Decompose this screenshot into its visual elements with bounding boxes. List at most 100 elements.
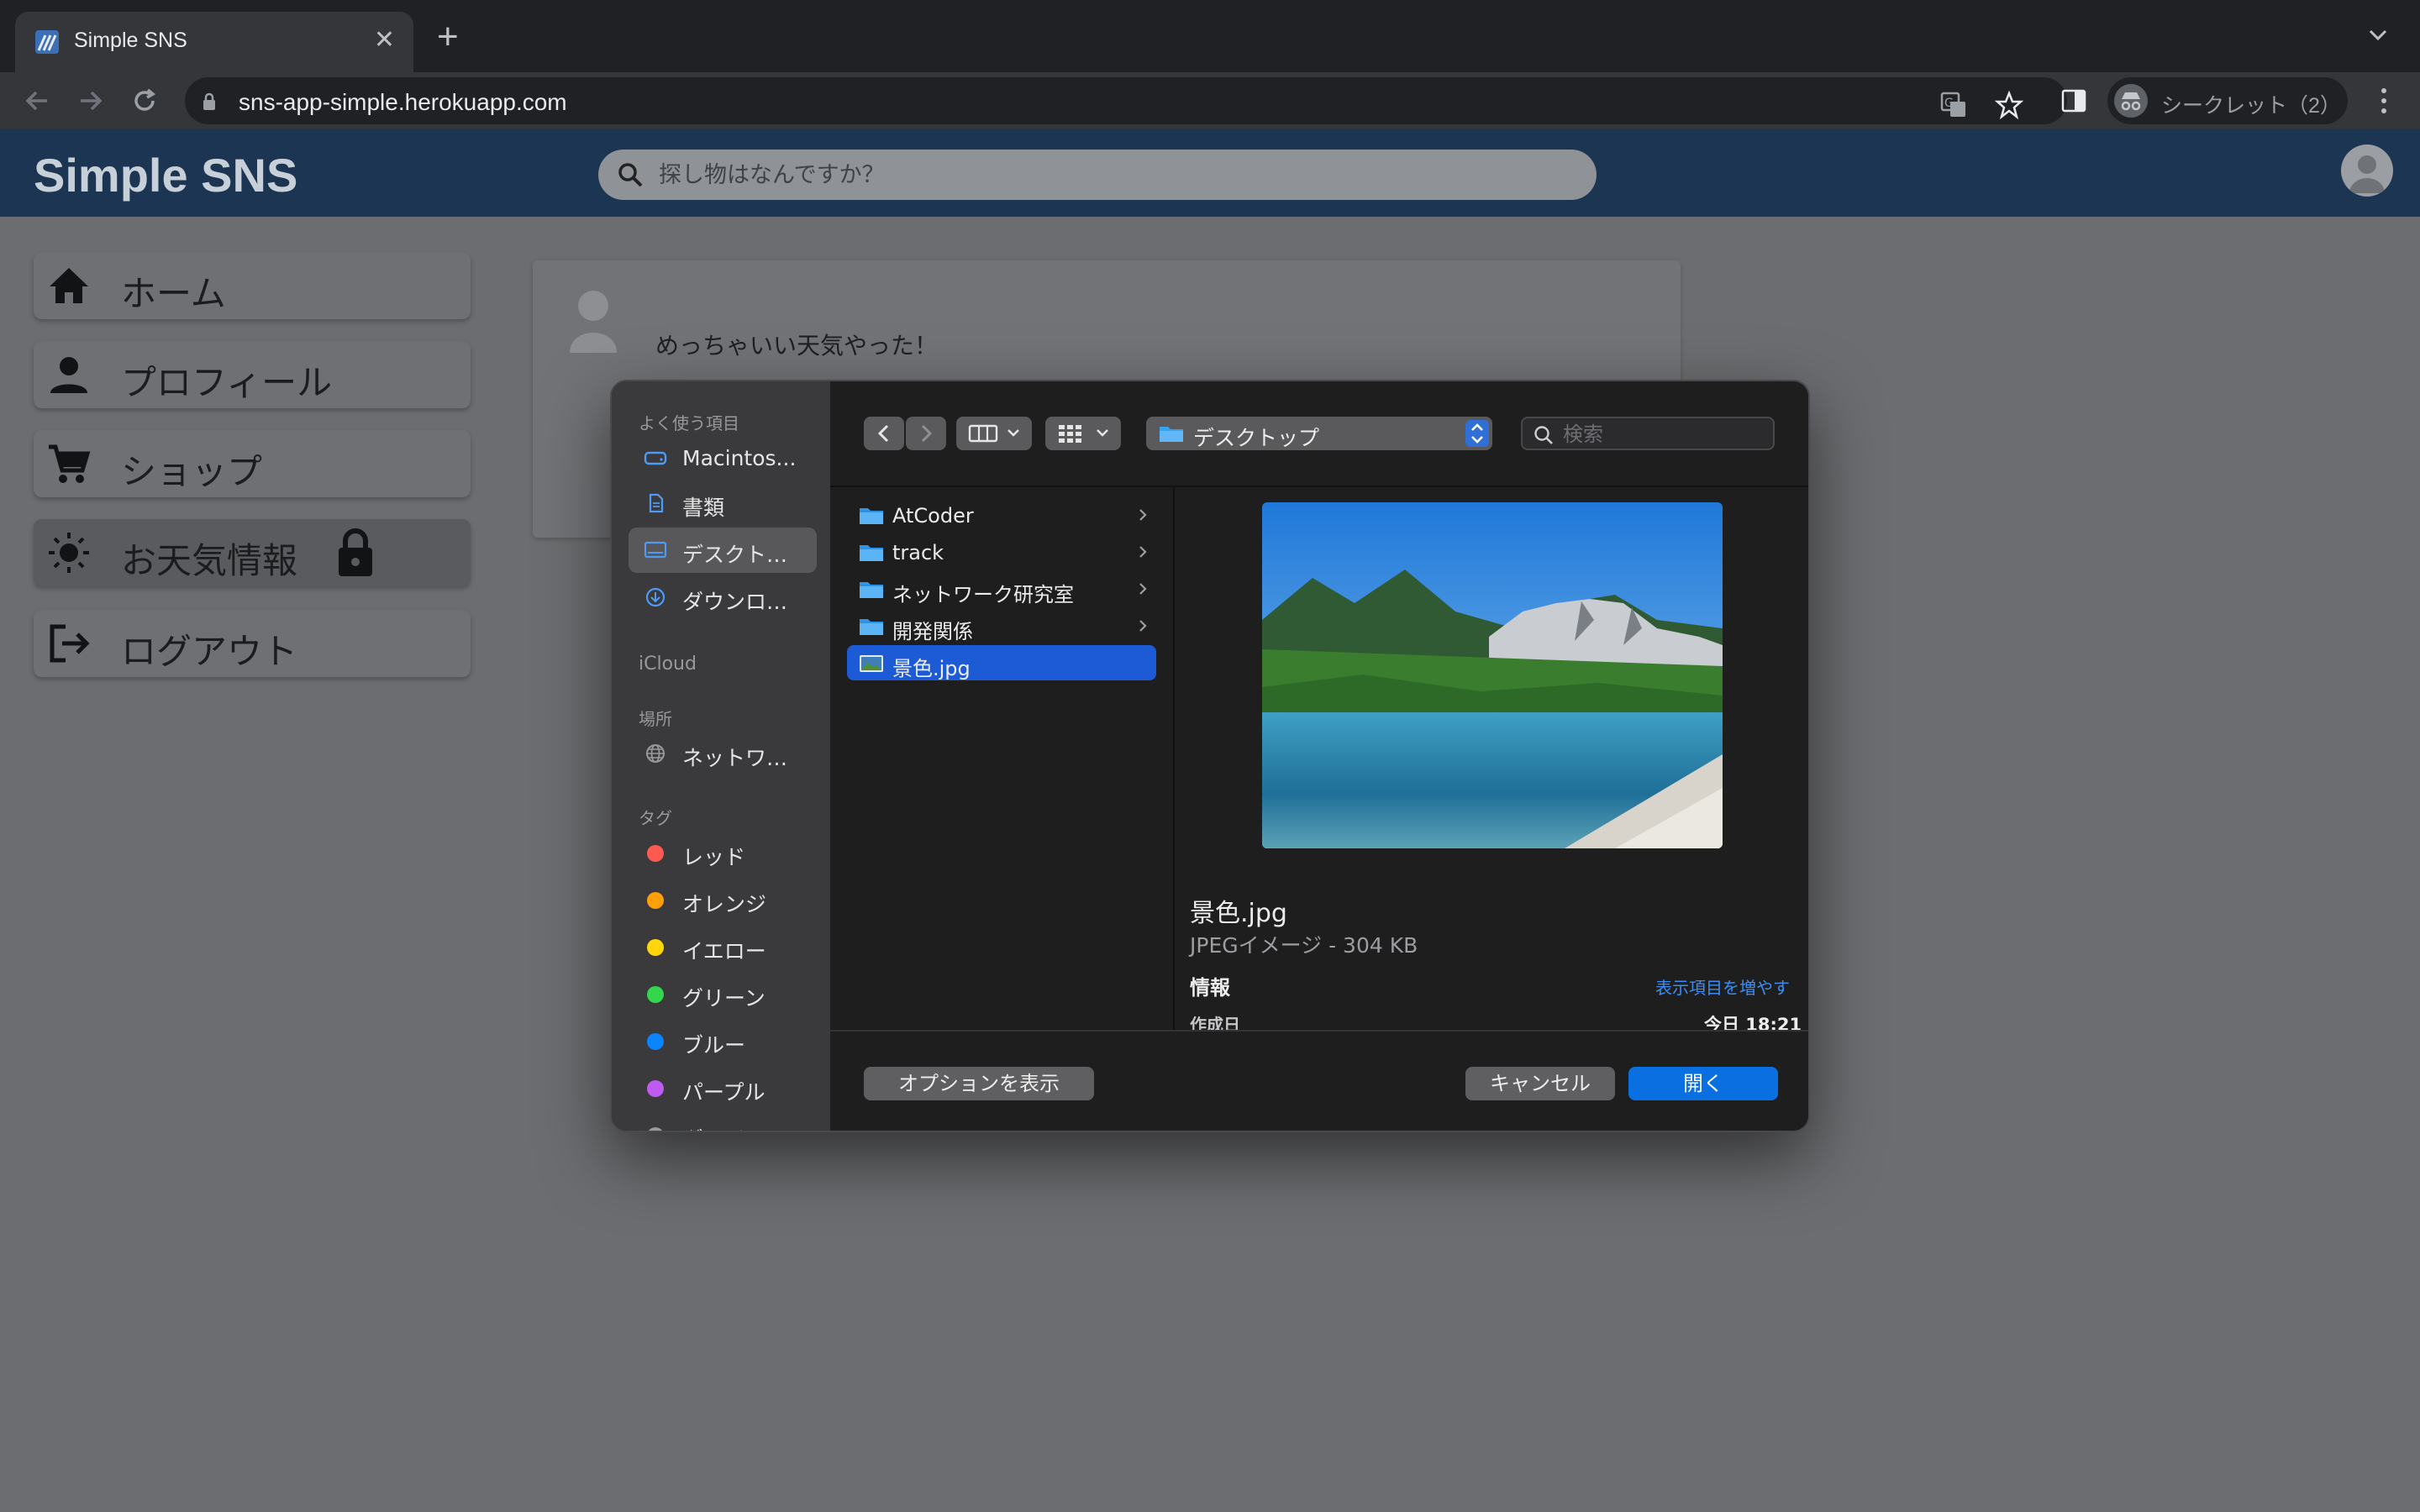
show-more-link[interactable]: 表示項目を増やす: [1655, 974, 1790, 999]
post-avatar-icon[interactable]: [568, 284, 618, 354]
tag-blue[interactable]: ブルー: [629, 1018, 817, 1063]
sidebar-item-desktop[interactable]: デスクト…: [629, 528, 817, 573]
tag-dot-icon: [647, 1127, 664, 1131]
file-name: 景色.jpg: [892, 657, 971, 680]
tag-dot-icon: [647, 1033, 664, 1050]
translate-icon[interactable]: G: [1939, 91, 1968, 119]
sidebar-item-weather[interactable]: お天気情報: [34, 519, 471, 586]
sidebar-item-home[interactable]: ホーム: [34, 252, 471, 319]
site-favicon-icon: [35, 30, 59, 54]
location-popup[interactable]: デスクトップ: [1146, 417, 1492, 450]
sidebar-item-macintosh-hd[interactable]: Macintos...: [629, 435, 817, 480]
popup-stepper-icon: [1465, 420, 1489, 447]
columns-view-icon: [968, 424, 1019, 443]
tab-title: Simple SNS: [74, 29, 187, 52]
cancel-button[interactable]: キャンセル: [1465, 1067, 1615, 1100]
incognito-icon: [2114, 84, 2148, 118]
tag-gray[interactable]: グレイ: [629, 1112, 817, 1131]
sidebar-item-label: レッド: [682, 845, 746, 869]
file-row-atcoder[interactable]: AtCoder: [847, 497, 1156, 533]
side-panel-icon[interactable]: [2060, 87, 2087, 114]
sidebar-item-label: ショップ: [121, 451, 263, 492]
sidebar-item-network[interactable]: ネットワ…: [629, 731, 817, 776]
chevron-right-icon: [921, 424, 933, 443]
sidebar-item-label: プロフィール: [121, 362, 333, 403]
user-avatar[interactable]: [2341, 144, 2393, 197]
chevron-right-icon: [1139, 620, 1147, 632]
lock-icon[interactable]: [202, 92, 217, 111]
bookmark-star-icon[interactable]: [1995, 91, 2023, 119]
download-icon: [645, 587, 666, 607]
back-icon[interactable]: [22, 86, 52, 116]
sidebar-item-label: ホーム: [121, 273, 226, 314]
back-button[interactable]: [864, 417, 904, 450]
dialog-search-field[interactable]: [1521, 417, 1775, 450]
file-name: AtCoder: [892, 504, 974, 528]
tag-orange[interactable]: オレンジ: [629, 877, 817, 922]
file-row-development[interactable]: 開発関係: [847, 608, 1156, 643]
disk-icon: [644, 451, 667, 465]
tag-dot-icon: [647, 986, 664, 1003]
search-input[interactable]: [659, 156, 1566, 193]
sidebar-item-shop[interactable]: ショップ: [34, 430, 471, 497]
tag-purple[interactable]: パープル: [629, 1065, 817, 1110]
sidebar-item-documents[interactable]: 書類: [629, 480, 817, 526]
address-bar[interactable]: sns-app-simple.herokuapp.com G: [185, 77, 2067, 124]
browser-toolbar: sns-app-simple.herokuapp.com G シークレット（2）: [0, 72, 2420, 129]
forward-icon[interactable]: [76, 86, 106, 116]
app-search-bar[interactable]: [598, 150, 1597, 200]
tab-strip: Simple SNS ✕ +: [0, 0, 2420, 72]
preview-info-heading: 情報: [1190, 976, 1230, 1000]
file-name: ネットワーク研究室: [892, 583, 1074, 606]
sidebar-item-downloads[interactable]: ダウンロ…: [629, 575, 817, 620]
grid-group-icon: [1059, 425, 1108, 443]
toolbar-divider: [830, 486, 1808, 487]
url-text[interactable]: sns-app-simple.herokuapp.com: [239, 89, 567, 116]
file-row-scenery-jpg[interactable]: 景色.jpg: [847, 645, 1156, 680]
chevron-right-icon: [1139, 546, 1147, 558]
tab-search-chevron-icon[interactable]: [2368, 29, 2388, 42]
file-row-track[interactable]: track: [847, 534, 1156, 570]
document-icon: [649, 493, 664, 513]
file-name: 開発関係: [892, 620, 973, 643]
browser-menu-icon[interactable]: [2378, 86, 2390, 116]
app-header: Simple SNS: [0, 129, 2420, 217]
sidebar-item-label: オレンジ: [682, 892, 767, 916]
tag-yellow[interactable]: イエロー: [629, 924, 817, 969]
folder-icon: [860, 619, 883, 635]
tag-dot-icon: [647, 845, 664, 862]
icloud-heading[interactable]: iCloud: [639, 654, 697, 675]
sidebar-item-label: グレイ: [682, 1123, 745, 1131]
network-globe-icon: [646, 744, 665, 763]
chevron-left-icon: [877, 424, 889, 443]
folder-icon: [860, 545, 883, 561]
column-divider[interactable]: [1173, 487, 1175, 1032]
sidebar-item-label: デスクト…: [682, 543, 788, 567]
browser-tab[interactable]: Simple SNS ✕: [15, 12, 413, 72]
footer-divider: [830, 1030, 1808, 1032]
group-button[interactable]: [1045, 417, 1121, 450]
folder-icon: [1160, 427, 1183, 442]
sidebar-item-label: グリーン: [682, 986, 765, 1011]
favorites-heading: よく使う項目: [639, 413, 739, 433]
sun-icon: [49, 533, 89, 573]
open-button[interactable]: 開く: [1628, 1067, 1778, 1100]
svg-text:G: G: [1944, 97, 1954, 110]
sidebar-item-logout[interactable]: ログアウト: [34, 610, 471, 677]
tab-close-icon[interactable]: ✕: [374, 25, 395, 55]
file-row-network-lab[interactable]: ネットワーク研究室: [847, 571, 1156, 606]
dialog-search-input[interactable]: [1563, 422, 1765, 447]
sidebar-item-profile[interactable]: プロフィール: [34, 341, 471, 408]
view-mode-button[interactable]: [956, 417, 1032, 450]
search-icon: [618, 163, 643, 187]
app-brand[interactable]: Simple SNS: [34, 148, 297, 202]
new-tab-icon[interactable]: +: [437, 18, 459, 55]
tag-red[interactable]: レッド: [629, 830, 817, 875]
forward-button[interactable]: [906, 417, 946, 450]
tag-green[interactable]: グリーン: [629, 971, 817, 1016]
sidebar-item-label: ブルー: [682, 1033, 746, 1058]
show-options-button[interactable]: オプションを表示: [864, 1067, 1094, 1100]
open-file-dialog: よく使う項目 Macintos... 書類 デスクト… ダウンロ… iCloud…: [610, 380, 1810, 1132]
reload-icon[interactable]: [129, 86, 160, 116]
incognito-profile-button[interactable]: シークレット（2）: [2107, 77, 2348, 124]
